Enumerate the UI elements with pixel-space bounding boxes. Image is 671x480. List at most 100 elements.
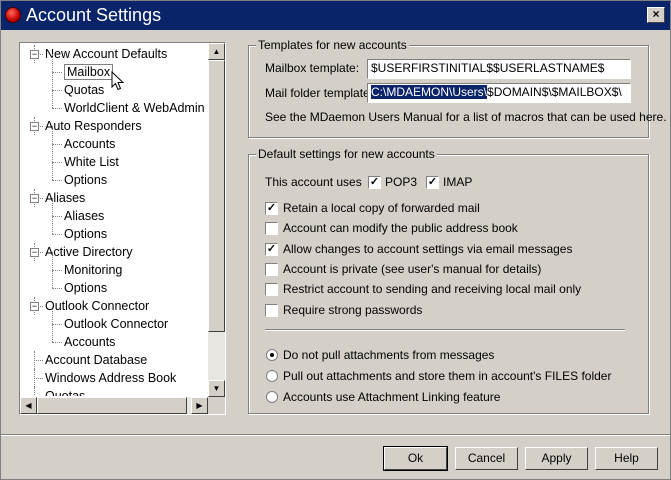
attachment-option-label[interactable]: Accounts use Attachment Linking feature [283,390,500,404]
separator [265,329,625,331]
tree-connector-line [52,252,53,270]
tree-item-label: WorldClient & WebAdmin [64,101,205,115]
tree-connector-line [52,288,62,289]
tree-item-label: Aliases [64,209,105,223]
setting-checkbox[interactable] [265,222,278,235]
collapse-toggle-icon[interactable]: − [30,248,39,257]
horizontal-scroll-thumb[interactable] [37,397,187,414]
setting-checkbox[interactable]: ✓ [265,243,278,256]
tree-connector-line [52,324,62,325]
tree-item-label: Quotas [64,83,105,97]
unselected-text: $DOMAIN$\$MAILBOX$\ [487,85,622,99]
scroll-up-arrow-icon[interactable]: ▲ [208,43,225,60]
collapse-toggle-icon[interactable]: − [30,302,39,311]
setting-checkbox-label[interactable]: Retain a local copy of forwarded mail [283,201,480,215]
tree-item-label: Accounts [64,335,116,349]
account-uses-label: This account uses [265,175,362,189]
collapse-toggle-icon[interactable]: − [30,122,39,131]
tree-item-label: Active Directory [45,245,133,259]
tree-item[interactable]: Accounts [64,135,115,153]
scrollbar-corner [208,397,225,414]
tree-connector-line [52,108,62,109]
close-button[interactable]: × [647,7,665,23]
tree-item[interactable]: Options [64,225,107,243]
tree-connector-line [52,162,53,180]
collapse-toggle-icon[interactable]: − [30,194,39,203]
tree-item-label: Options [64,281,108,295]
tree-connector-line [52,144,53,162]
tree-item[interactable]: Aliases [64,207,104,225]
imap-checkbox[interactable]: ✓ [426,176,439,189]
scroll-left-arrow-icon[interactable]: ◀ [20,397,37,414]
cancel-button[interactable]: Cancel [455,447,518,470]
setting-checkbox-label[interactable]: Allow changes to account settings via em… [283,242,572,256]
tree-item[interactable]: WorldClient & WebAdmin [64,99,205,117]
tree-item[interactable]: Active Directory [45,243,133,261]
tree-connector-line [52,90,62,91]
attachment-option-label[interactable]: Do not pull attachments from messages [283,348,494,362]
pop3-checkbox[interactable]: ✓ [368,176,381,189]
mdaemon-app-icon [5,7,21,23]
selected-text: C:\MDAEMON\Users\ [371,85,488,99]
setting-checkbox[interactable]: ✓ [265,202,278,215]
tree-item-label: Outlook Connector [64,317,169,331]
setting-checkbox[interactable] [265,283,278,296]
apply-button[interactable]: Apply [525,447,588,470]
title-bar[interactable]: Account Settings × [1,1,670,30]
vertical-scroll-thumb[interactable] [208,60,225,332]
tree-item-label: Accounts [64,137,116,151]
account-settings-window: Account Settings × New Account Defaults −… [0,0,671,480]
ok-button[interactable]: Ok [383,446,448,471]
tree-item[interactable]: Mailbox [64,63,114,81]
help-button[interactable]: Help [595,447,658,470]
tree-connector-line [52,324,53,342]
settings-tree[interactable]: New Account Defaults − Mailbox Quotas WorldC… [19,42,226,415]
tree-connector-line [52,144,62,145]
setting-checkbox-label[interactable]: Account can modify the public address bo… [283,221,518,235]
tree-item[interactable]: Outlook Connector [45,297,149,315]
tree-connector-line [52,162,62,163]
tree-connector-line [52,198,53,216]
tree-item[interactable]: Monitoring [64,261,122,279]
tree-item[interactable]: Auto Responders [45,117,142,135]
tree-connector-line [52,270,53,288]
tree-connector-line [52,270,62,271]
tree-connector-line [52,216,62,217]
templates-group-label: Templates for new accounts [256,38,409,52]
tree-item-label: White List [64,155,119,169]
setting-checkbox-label[interactable]: Account is private (see user's manual fo… [283,262,541,276]
tree-item-label: Mailbox [64,64,114,80]
tree-item[interactable]: Options [64,171,107,189]
attachment-option-label[interactable]: Pull out attachments and store them in a… [283,369,611,383]
tree-item[interactable]: Quotas [45,387,85,396]
setting-checkbox[interactable] [265,304,278,317]
setting-checkbox-label[interactable]: Restrict account to sending and receivin… [283,282,581,296]
tree-connector-line [34,360,43,361]
mailbox-template-input[interactable]: $USERFIRSTINITIAL$$USERLASTNAME$ [367,59,631,79]
mail-folder-template-input[interactable]: C:\MDAEMON\Users\$DOMAIN$\$MAILBOX$\ [367,83,631,103]
setting-checkbox-label[interactable]: Require strong passwords [283,303,422,317]
collapse-toggle-icon[interactable]: − [30,50,39,59]
tree-item[interactable]: White List [64,153,119,171]
attachment-option-radio[interactable] [266,391,278,403]
tree-horizontal-scrollbar[interactable]: ◀ ▶ [20,397,208,414]
mailbox-template-label: Mailbox template: [265,61,360,75]
setting-checkbox[interactable] [265,263,278,276]
tree-item-label: New Account Defaults [45,47,168,61]
tree-item[interactable]: New Account Defaults [45,45,167,63]
tree-item[interactable]: Outlook Connector [64,315,168,333]
tree-connector-line [52,126,53,144]
tree-item[interactable]: Account Database [45,351,147,369]
tree-item[interactable]: Windows Address Book [45,369,176,387]
attachment-option-radio[interactable] [266,370,278,382]
tree-item[interactable]: Options [64,279,107,297]
scroll-down-arrow-icon[interactable]: ▼ [208,380,225,397]
tree-item[interactable]: Quotas [64,81,104,99]
tree-item-label: Auto Responders [45,119,142,133]
scroll-right-arrow-icon[interactable]: ▶ [191,397,208,414]
tree-item[interactable]: Accounts [64,333,115,351]
tree-connector-line [52,234,62,235]
tree-vertical-scrollbar[interactable]: ▲ ▼ [208,43,225,397]
tree-connector-line [52,90,53,108]
attachment-option-radio[interactable] [266,349,278,361]
